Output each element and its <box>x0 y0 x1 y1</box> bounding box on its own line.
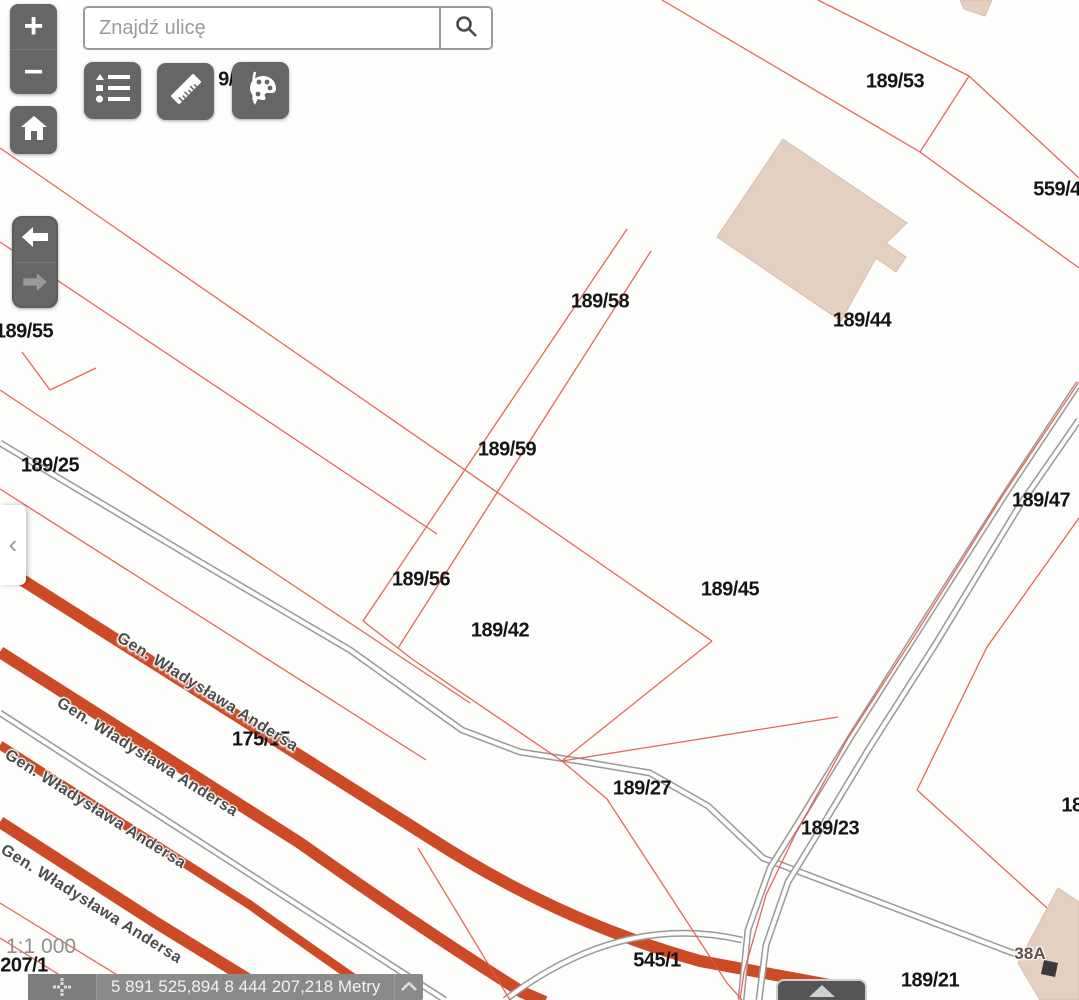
parcel-label-189-53: 189/53 <box>866 71 924 94</box>
parcel-label-189-45: 189/45 <box>701 579 759 602</box>
zoom-control: + − <box>10 4 57 94</box>
chevron-left-icon: ‹ <box>9 531 18 557</box>
building-label-38a: 38A <box>1014 944 1045 964</box>
parcel-label-189-25: 189/25 <box>21 455 79 478</box>
home-button[interactable] <box>10 106 57 154</box>
measure-button[interactable] <box>157 63 214 120</box>
parcel-label-189-58: 189/58 <box>571 291 629 314</box>
search-button[interactable] <box>439 8 491 48</box>
forward-arrow-icon <box>23 273 47 296</box>
coordinates-readout: 5 891 525,894 8 444 207,218 Metry <box>97 974 394 1000</box>
history-navigation <box>12 216 58 308</box>
chevron-up-icon <box>401 978 417 996</box>
map-scale: 1:1 000 <box>6 935 76 959</box>
parcel-label-559-4: 559/4 <box>1033 179 1079 202</box>
building-189-44 <box>717 139 907 321</box>
palette-button[interactable] <box>232 62 289 119</box>
parcel-label-18: 18 <box>1061 795 1079 818</box>
collapse-panel-tab[interactable]: ‹ <box>0 505 26 585</box>
palette-icon <box>243 70 279 111</box>
street-search <box>83 6 493 50</box>
parcel-label-189-27: 189/27 <box>613 778 671 801</box>
pointer-position-icon <box>28 974 97 1000</box>
parcel-label-189-59: 189/59 <box>478 439 536 462</box>
map-viewer[interactable]: 189/55 189/25 9/ 189/58 189/44 189/53 55… <box>0 0 1079 1000</box>
forward-button[interactable] <box>14 263 56 307</box>
status-bar: 5 891 525,894 8 444 207,218 Metry <box>28 974 423 1000</box>
back-button[interactable] <box>14 218 56 263</box>
parcel-label-189-44: 189/44 <box>833 310 891 333</box>
parcel-label-545-1: 545/1 <box>633 950 681 973</box>
zoom-out-button[interactable]: − <box>10 50 57 95</box>
parcel-label-189-47: 189/47 <box>1012 490 1070 513</box>
attribution-expand-button[interactable] <box>776 979 867 1000</box>
home-icon <box>20 115 48 146</box>
back-arrow-icon <box>22 227 48 252</box>
parcel-label-189-55: 189/55 <box>0 321 53 344</box>
expand-statusbar-button[interactable] <box>394 974 423 1000</box>
parcel-label-189-21: 189/21 <box>901 970 959 993</box>
zoom-in-button[interactable]: + <box>10 4 57 50</box>
search-icon <box>454 14 478 43</box>
parcel-label-189-23: 189/23 <box>801 818 859 841</box>
search-input[interactable] <box>85 8 439 48</box>
parcel-label-189-56: 189/56 <box>392 569 450 592</box>
gray-roads <box>0 383 1079 1000</box>
building-top-right <box>960 0 992 16</box>
parcel-label-189-42: 189/42 <box>471 620 529 643</box>
triangle-up-icon <box>809 985 835 997</box>
layers-button[interactable] <box>84 62 141 119</box>
layers-list-icon <box>96 72 130 109</box>
ruler-icon <box>167 70 205 113</box>
